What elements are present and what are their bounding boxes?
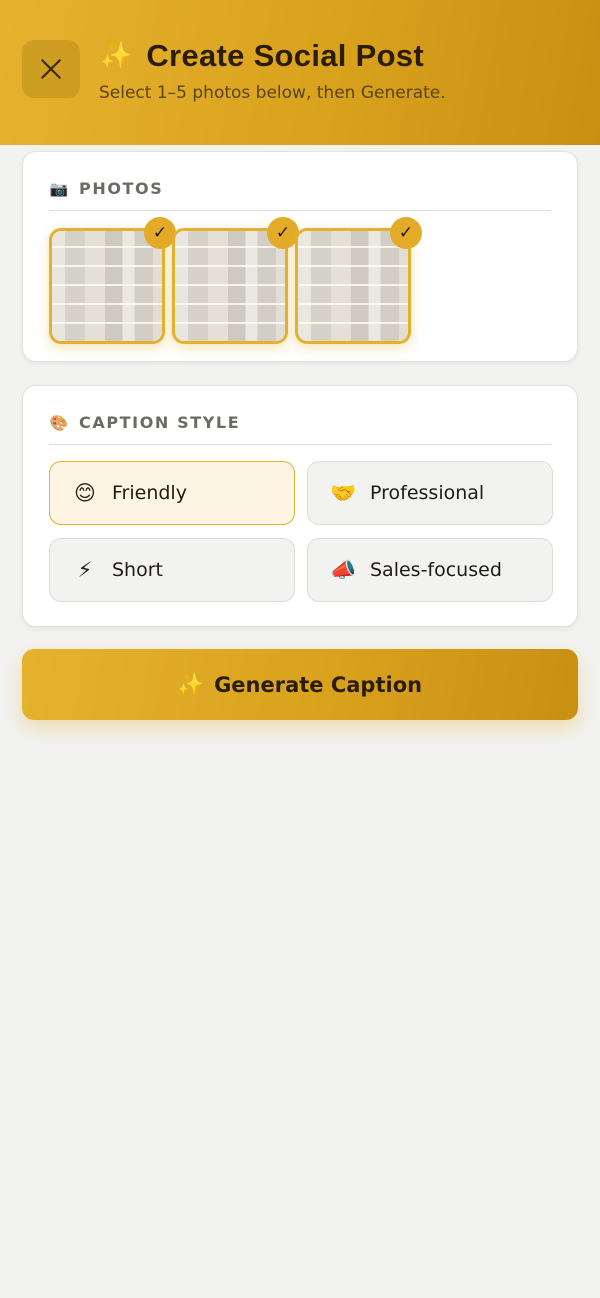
palette-icon: 🎨	[49, 414, 69, 432]
close-button[interactable]	[22, 40, 80, 98]
style-option-label: Short	[112, 559, 163, 581]
style-option-sales-focused[interactable]: 📣 Sales-focused	[307, 538, 553, 602]
style-option-short[interactable]: ⚡ Short	[49, 538, 295, 602]
style-option-label: Friendly	[112, 482, 187, 504]
photo-thumbnails: ✓ ✓ ✓	[49, 217, 422, 344]
style-option-label: Professional	[370, 482, 485, 504]
style-option-label: Sales-focused	[370, 559, 502, 581]
sparkle-icon: ✨	[177, 672, 205, 696]
photo-image	[175, 231, 285, 341]
photo-thumbnail[interactable]: ✓	[172, 217, 299, 344]
photo-image	[52, 231, 162, 341]
photos-section-header: 📷 PHOTOS	[49, 178, 551, 211]
caption-style-section-label: CAPTION STYLE	[79, 413, 241, 432]
checkmark-icon: ✓	[390, 217, 422, 249]
sparkle-icon: ✨	[100, 41, 133, 71]
close-icon	[41, 59, 61, 79]
style-option-professional[interactable]: 🤝 Professional	[307, 461, 553, 525]
photos-section-label: PHOTOS	[79, 179, 164, 198]
photo-thumbnail[interactable]: ✓	[295, 217, 422, 344]
title-row: ✨ Create Social Post	[100, 36, 424, 76]
handshake-icon: 🤝	[330, 480, 357, 505]
app-header: ✨ Create Social Post Select 1–5 photos b…	[0, 0, 600, 145]
generate-caption-label: Generate Caption	[214, 672, 423, 697]
caption-style-card: 🎨 CAPTION STYLE 😊 Friendly 🤝 Professiona…	[22, 385, 578, 627]
page-title: Create Social Post	[146, 38, 424, 73]
megaphone-icon: 📣	[330, 557, 357, 582]
photo-image	[298, 231, 408, 341]
caption-style-section-header: 🎨 CAPTION STYLE	[49, 412, 551, 445]
lightning-icon: ⚡	[77, 558, 93, 582]
camera-icon: 📷	[49, 180, 69, 198]
generate-caption-button[interactable]: ✨ Generate Caption	[22, 649, 578, 720]
caption-style-options: 😊 Friendly 🤝 Professional ⚡ Short 📣 Sale…	[49, 461, 553, 602]
photo-thumbnail[interactable]: ✓	[49, 217, 176, 344]
style-option-friendly[interactable]: 😊 Friendly	[49, 461, 295, 525]
smiley-icon: 😊	[74, 481, 96, 505]
page-subtitle: Select 1–5 photos below, then Generate.	[99, 83, 446, 103]
photos-card: 📷 PHOTOS ✓ ✓ ✓	[22, 151, 578, 362]
